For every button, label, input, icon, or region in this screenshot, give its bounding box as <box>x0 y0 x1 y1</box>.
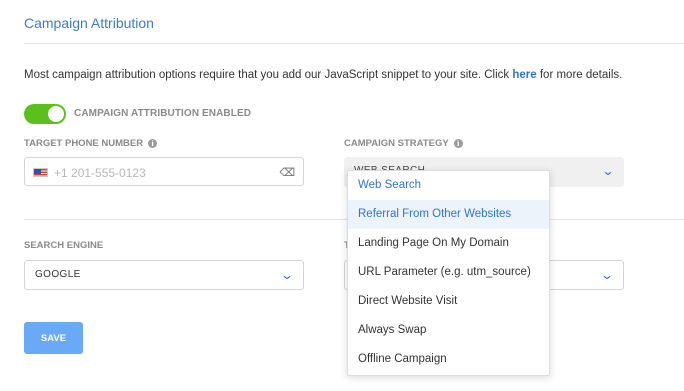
engine-select[interactable]: GOOGLE ⌄ <box>24 260 304 290</box>
info-icon[interactable]: i <box>453 139 463 148</box>
intro-text-before: Most campaign attribution options requir… <box>24 69 513 81</box>
details-link[interactable]: here <box>512 69 536 81</box>
strategy-label-text: CAMPAIGN STRATEGY <box>344 138 449 149</box>
section-title: Campaign Attribution <box>24 15 154 31</box>
chevron-down-icon: ⌄ <box>280 268 294 282</box>
toggle-knob <box>48 106 64 122</box>
divider <box>24 43 684 44</box>
phone-label-text: TARGET PHONE NUMBER <box>24 138 144 149</box>
chevron-down-icon: ⌄ <box>601 164 615 178</box>
phone-placeholder: +1 201-555-0123 <box>54 166 146 180</box>
eraser-icon[interactable]: ⌫ <box>279 166 295 179</box>
strategy-dropdown: Web Search Referral From Other Websites … <box>347 170 550 376</box>
info-icon[interactable]: i <box>148 139 158 148</box>
strategy-option[interactable]: Web Search <box>348 171 549 200</box>
intro-text: Most campaign attribution options requir… <box>24 69 622 81</box>
phone-input[interactable]: +1 201-555-0123 ⌫ <box>24 157 304 186</box>
us-flag-icon[interactable] <box>33 168 48 177</box>
engine-label-text: SEARCH ENGINE <box>24 240 104 251</box>
toggle-label: CAMPAIGN ATTRIBUTION ENABLED <box>74 108 252 119</box>
engine-value: GOOGLE <box>35 269 81 280</box>
strategy-option[interactable]: Referral From Other Websites <box>348 200 549 229</box>
engine-label: SEARCH ENGINE <box>24 240 103 251</box>
save-button[interactable]: SAVE <box>24 322 83 354</box>
intro-text-after: for more details. <box>536 69 623 81</box>
strategy-option[interactable]: Landing Page On My Domain <box>348 229 549 258</box>
strategy-option[interactable]: Direct Website Visit <box>348 287 549 316</box>
strategy-option[interactable]: Offline Campaign <box>348 345 549 374</box>
strategy-label: CAMPAIGN STRATEGY i <box>344 138 463 149</box>
phone-label: TARGET PHONE NUMBER i <box>24 138 158 149</box>
chevron-down-icon: ⌄ <box>600 268 614 282</box>
attribution-toggle[interactable] <box>24 104 66 124</box>
strategy-option[interactable]: URL Parameter (e.g. utm_source) <box>348 258 549 287</box>
strategy-option[interactable]: Always Swap <box>348 316 549 345</box>
